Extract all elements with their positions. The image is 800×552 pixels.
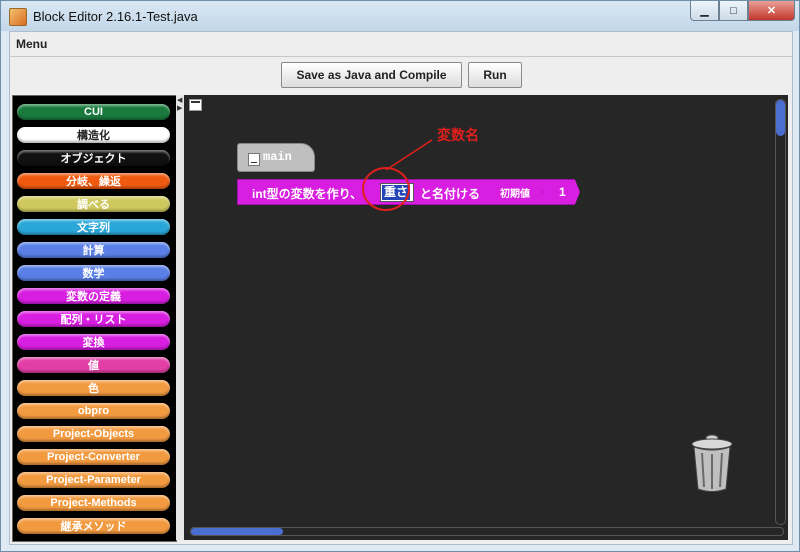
palette-category-button[interactable]: Project-Objects xyxy=(17,426,170,442)
annotation-label: 変数名 xyxy=(437,127,479,143)
palette-category-button[interactable]: Project-Methods xyxy=(17,495,170,511)
palette-category-button[interactable]: 計算 xyxy=(17,242,170,258)
int-variable-block[interactable]: int型の変数を作り、 重さ と名付ける 初期値 xyxy=(237,179,551,205)
menu-menu[interactable]: Menu xyxy=(16,37,47,51)
collapse-block-icon[interactable] xyxy=(248,153,260,166)
client-area: Menu Save as Java and Compile Run CUI 構造化… xyxy=(9,31,793,545)
var-block-suffix: と名付ける xyxy=(420,187,481,201)
collapse-left-arrow-icon[interactable]: ◀ xyxy=(177,96,182,104)
minimize-button[interactable]: ▁ xyxy=(690,1,719,21)
trash-can-icon[interactable] xyxy=(690,433,734,493)
variable-name-value: 重さ xyxy=(382,185,411,200)
palette-category-button[interactable]: 値 xyxy=(17,357,170,373)
main-block-label: main xyxy=(263,150,292,164)
palette-category-button[interactable]: 色 xyxy=(17,380,170,396)
maximize-button[interactable]: □ xyxy=(719,1,748,21)
palette-category-button[interactable]: 数学 xyxy=(17,265,170,281)
horizontal-scrollbar[interactable] xyxy=(190,527,784,536)
window-title: Block Editor 2.16.1-Test.java xyxy=(33,9,198,24)
block-palette: CUI 構造化オブジェクト 分岐、繰返調べる文字列計算数学変数の定義配列・リスト 変換… xyxy=(12,95,177,542)
palette-category-button[interactable]: CUI xyxy=(17,104,170,120)
run-button[interactable]: Run xyxy=(468,62,522,88)
palette-category-button[interactable]: 配列・リスト xyxy=(17,311,170,327)
palette-category-button[interactable]: オブジェクト xyxy=(17,150,170,166)
palette-category-button[interactable]: Project-Parameter xyxy=(17,472,170,488)
minimap-toggle-icon[interactable] xyxy=(189,99,202,111)
palette-category-button[interactable]: 継承メソッド xyxy=(17,518,170,534)
init-value: 1 xyxy=(559,185,566,199)
palette-category-button[interactable]: 分岐、繰返 xyxy=(17,173,170,189)
minimize-icon: ▁ xyxy=(700,5,709,17)
close-icon: ✕ xyxy=(766,5,777,17)
main-method-block[interactable]: main xyxy=(237,143,315,172)
palette-category-button[interactable]: 文字列 xyxy=(17,219,170,235)
palette-category-button[interactable]: Project-Converter xyxy=(17,449,170,465)
palette-category-button[interactable]: 変換 xyxy=(17,334,170,350)
save-and-compile-button[interactable]: Save as Java and Compile xyxy=(281,62,462,88)
var-block-prefix: int型の変数を作り、 xyxy=(252,187,363,201)
close-button[interactable]: ✕ xyxy=(748,1,795,21)
window-controls: ▁ □ ✕ xyxy=(690,1,795,21)
palette-category-button[interactable]: obpro xyxy=(17,403,170,419)
menu-bar: Menu xyxy=(10,32,792,57)
palette-category-button[interactable]: 調べる xyxy=(17,196,170,212)
palette-category-button[interactable]: 構造化 xyxy=(17,127,170,143)
maximize-icon: □ xyxy=(730,4,737,17)
app-window: Block Editor 2.16.1-Test.java ▁ □ ✕ Menu… xyxy=(0,0,800,552)
title-bar[interactable]: Block Editor 2.16.1-Test.java ▁ □ ✕ xyxy=(1,1,799,31)
init-value-label: 初期値 xyxy=(500,189,530,200)
int-literal-block[interactable]: 1 xyxy=(542,179,580,205)
toolbar: Save as Java and Compile Run xyxy=(10,57,792,93)
vertical-scroll-thumb[interactable] xyxy=(776,100,785,136)
horizontal-scroll-thumb[interactable] xyxy=(191,528,283,535)
collapse-right-arrow-icon[interactable]: ▶ xyxy=(177,104,182,112)
variable-name-field[interactable]: 重さ xyxy=(380,183,414,202)
java-app-icon xyxy=(9,8,27,26)
palette-category-button[interactable]: 変数の定義 xyxy=(17,288,170,304)
vertical-scrollbar[interactable] xyxy=(775,99,786,525)
split-divider[interactable]: ◀ ▶ xyxy=(176,95,184,540)
